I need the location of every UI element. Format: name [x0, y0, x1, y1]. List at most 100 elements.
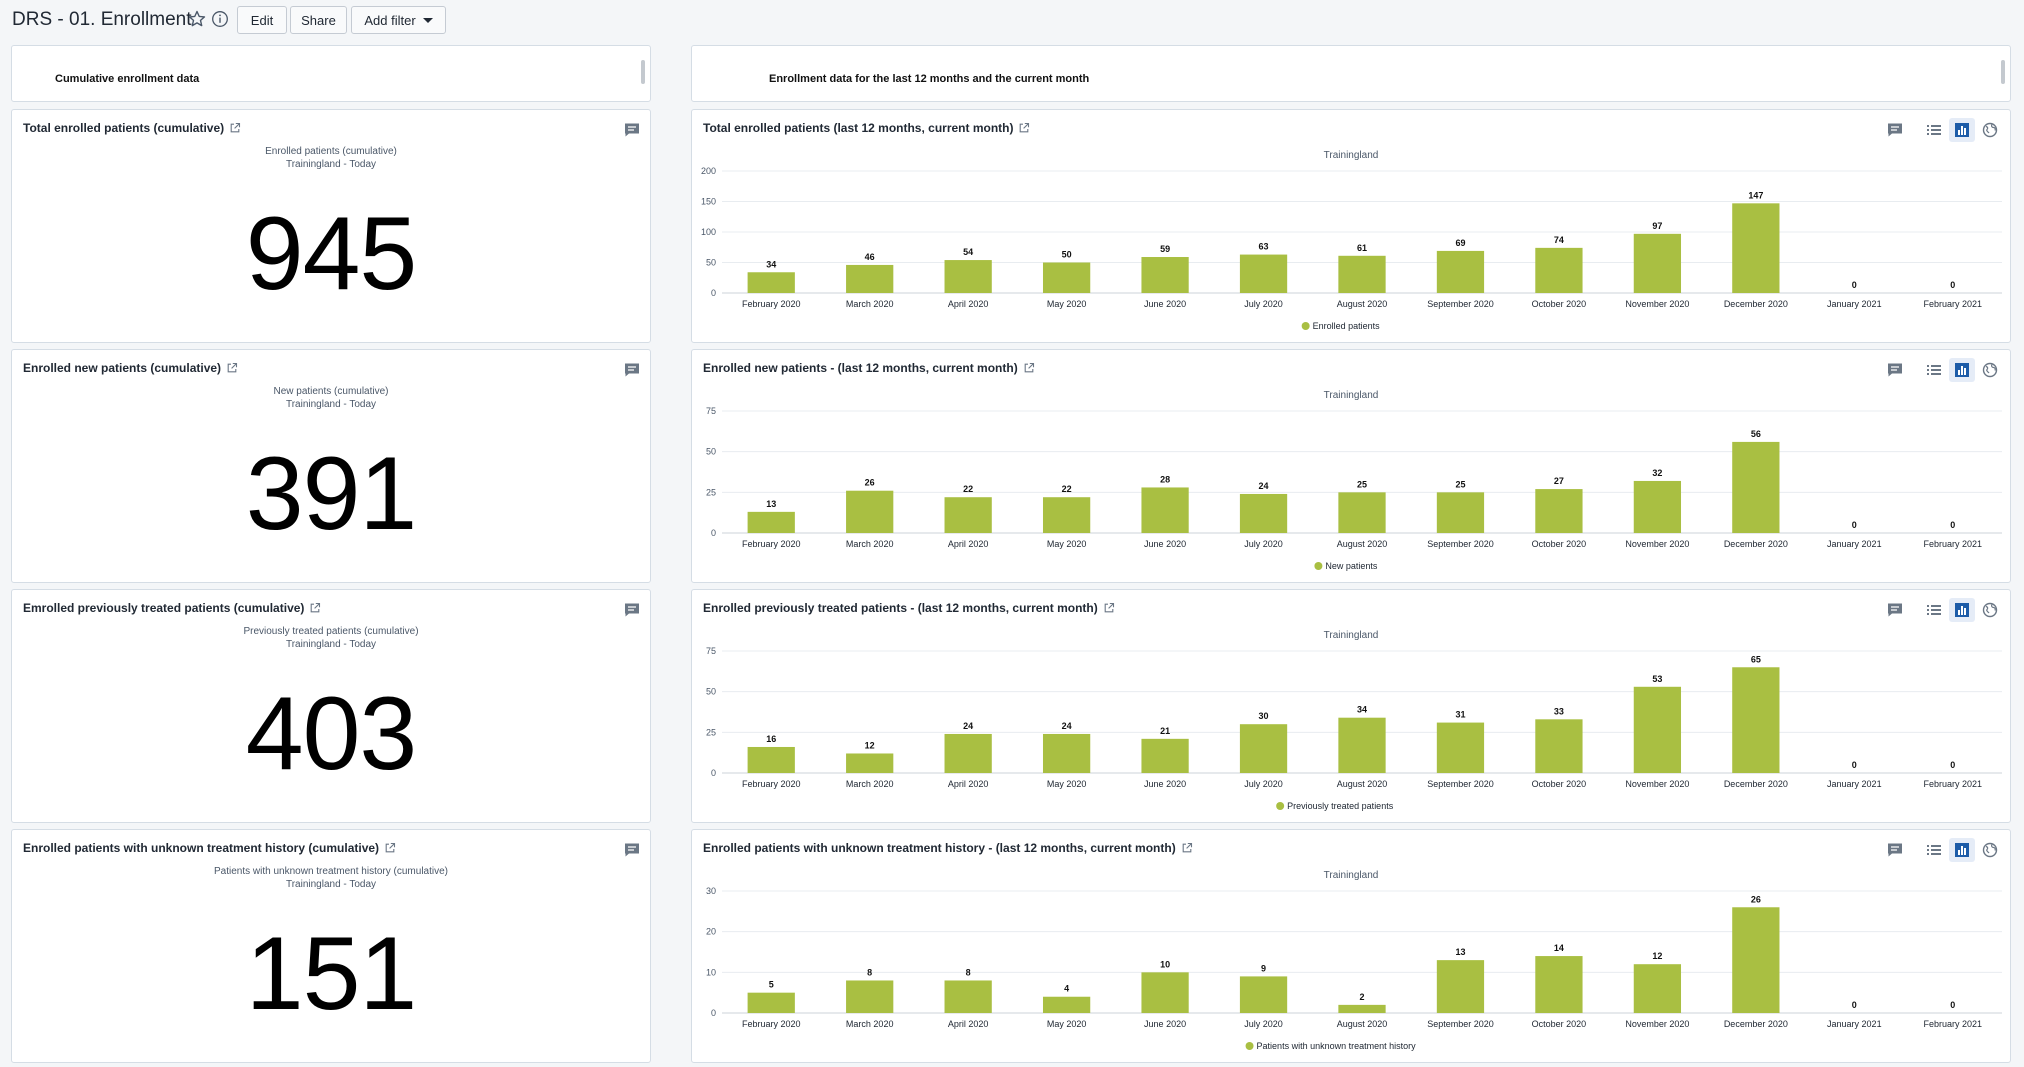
interpretations-button[interactable]: [619, 598, 645, 622]
legend-item[interactable]: Enrolled patients: [1313, 321, 1381, 331]
external-link-icon[interactable]: [226, 362, 238, 374]
interpretations-button[interactable]: [619, 118, 645, 142]
bar[interactable]: [1239, 493, 1288, 533]
single-value-number: 403: [245, 676, 418, 792]
data-label: 24: [963, 721, 973, 731]
x-tick-label: January 2021: [1827, 779, 1882, 789]
bar[interactable]: [1338, 492, 1386, 533]
edit-button-label: Edit: [250, 12, 274, 28]
y-tick-label: 0: [711, 288, 716, 298]
bar[interactable]: [1436, 722, 1485, 773]
data-label: 26: [1751, 894, 1761, 904]
x-tick-label: February 2020: [742, 539, 801, 549]
bar[interactable]: [1042, 733, 1091, 773]
text-item-last-12-months: Enrollment data for the last 12 months a…: [691, 45, 2011, 102]
bar[interactable]: [1732, 907, 1780, 1013]
bar[interactable]: [1239, 724, 1288, 773]
bar[interactable]: [1436, 960, 1485, 1013]
bar[interactable]: [944, 980, 992, 1013]
data-label: 5: [769, 980, 774, 990]
add-filter-button[interactable]: Add filter: [351, 6, 446, 34]
data-label: 53: [1652, 674, 1662, 684]
x-tick-label: May 2020: [1047, 539, 1087, 549]
bar[interactable]: [1141, 972, 1189, 1013]
star-icon[interactable]: [187, 9, 207, 29]
x-tick-label: November 2020: [1625, 779, 1689, 789]
scrollbar[interactable]: [2001, 60, 2005, 84]
bar[interactable]: [1042, 996, 1091, 1013]
y-tick-label: 30: [706, 886, 716, 896]
bar[interactable]: [944, 497, 992, 533]
bar[interactable]: [1239, 976, 1288, 1013]
bar[interactable]: [1338, 1004, 1386, 1013]
share-button[interactable]: Share: [290, 6, 347, 34]
comment-icon: [625, 603, 639, 617]
x-tick-label: November 2020: [1625, 1019, 1689, 1029]
bar[interactable]: [1042, 262, 1091, 294]
data-label: 0: [1950, 520, 1955, 530]
item-title[interactable]: Total enrolled patients (cumulative): [23, 121, 241, 135]
x-tick-label: August 2020: [1337, 299, 1388, 309]
item-title[interactable]: Enrolled patients with unknown treatment…: [23, 841, 396, 855]
single-value-subtitle: Patients with unknown treatment history …: [214, 866, 448, 877]
bar[interactable]: [1535, 247, 1583, 293]
y-tick-label: 100: [701, 227, 716, 237]
text-item-label: Cumulative enrollment data: [55, 73, 200, 85]
bar[interactable]: [1535, 956, 1583, 1013]
bar[interactable]: [747, 511, 795, 533]
external-link-icon[interactable]: [384, 842, 396, 854]
bar[interactable]: [846, 753, 894, 773]
bar[interactable]: [1436, 250, 1485, 293]
bar[interactable]: [1141, 487, 1189, 533]
y-tick-label: 0: [711, 768, 716, 778]
bar[interactable]: [1141, 738, 1189, 773]
item-title[interactable]: Emrolled previously treated patients (cu…: [23, 601, 321, 615]
bar[interactable]: [1633, 686, 1682, 773]
single-value-subtitle: Enrolled patients (cumulative): [265, 146, 397, 157]
edit-button[interactable]: Edit: [237, 6, 287, 34]
bar[interactable]: [1141, 257, 1189, 293]
bar[interactable]: [846, 490, 894, 533]
bar[interactable]: [1436, 492, 1485, 533]
external-link-icon[interactable]: [229, 122, 241, 134]
bar[interactable]: [1633, 480, 1682, 533]
bar[interactable]: [747, 992, 795, 1013]
interpretations-button[interactable]: [619, 838, 645, 862]
x-tick-label: December 2020: [1724, 299, 1788, 309]
legend-item[interactable]: Patients with unknown treatment history: [1257, 1041, 1417, 1051]
x-tick-label: June 2020: [1144, 299, 1186, 309]
interpretations-button[interactable]: [619, 358, 645, 382]
bar[interactable]: [1535, 489, 1583, 533]
bar[interactable]: [747, 746, 795, 773]
bar[interactable]: [1732, 441, 1780, 533]
bar[interactable]: [1633, 233, 1682, 293]
bar[interactable]: [747, 272, 795, 293]
x-tick-label: July 2020: [1244, 1019, 1283, 1029]
y-tick-label: 75: [706, 646, 716, 656]
bar[interactable]: [1239, 254, 1288, 293]
bar[interactable]: [1732, 667, 1780, 773]
text-item-label: Enrollment data for the last 12 months a…: [769, 73, 1090, 85]
x-tick-label: January 2021: [1827, 299, 1882, 309]
bar-chart: Trainingland01020305February 20208March …: [706, 870, 2002, 1051]
bar[interactable]: [1633, 964, 1682, 1013]
legend-item[interactable]: New patients: [1325, 561, 1378, 571]
bar[interactable]: [846, 264, 894, 293]
item-title[interactable]: Enrolled new patients (cumulative): [23, 361, 238, 375]
bar[interactable]: [1042, 497, 1091, 533]
x-tick-label: February 2021: [1923, 539, 1982, 549]
scrollbar[interactable]: [641, 60, 645, 84]
bar[interactable]: [944, 733, 992, 773]
bar[interactable]: [1535, 719, 1583, 773]
info-icon[interactable]: [211, 10, 229, 28]
chart-card: Total enrolled patients (last 12 months,…: [691, 109, 2011, 343]
bar[interactable]: [1732, 203, 1780, 293]
bar[interactable]: [846, 980, 894, 1013]
bar[interactable]: [1338, 717, 1386, 773]
x-tick-label: March 2020: [846, 779, 894, 789]
external-link-icon[interactable]: [309, 602, 321, 614]
legend-item[interactable]: Previously treated patients: [1287, 801, 1394, 811]
x-tick-label: June 2020: [1144, 539, 1186, 549]
bar[interactable]: [1338, 255, 1386, 293]
bar[interactable]: [944, 260, 992, 293]
